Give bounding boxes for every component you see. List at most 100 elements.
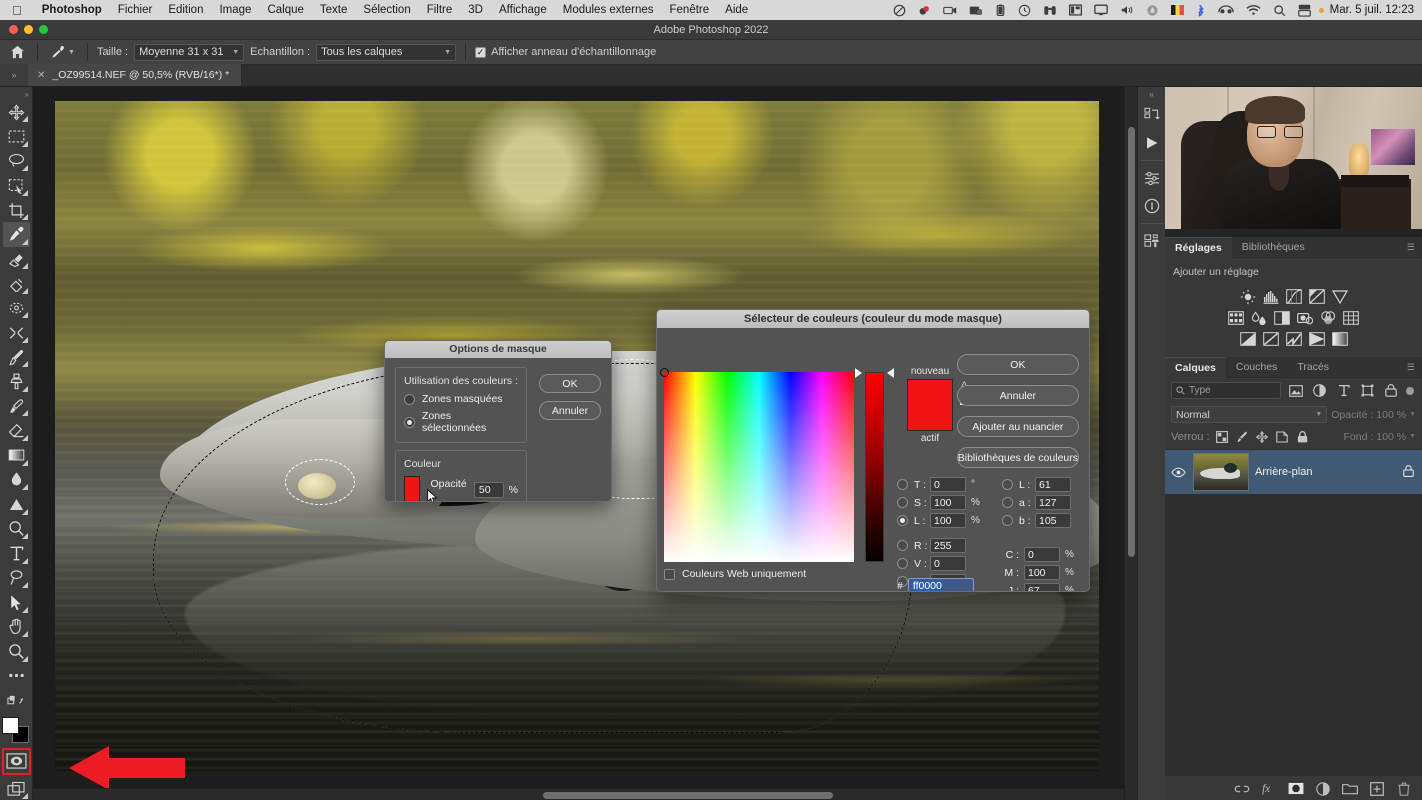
levels-icon[interactable] xyxy=(1262,288,1279,305)
sample-layers-select[interactable]: Tous les calques ▼ xyxy=(316,43,457,61)
hand-tool[interactable] xyxy=(3,615,30,640)
menu-fichier[interactable]: Fichier xyxy=(110,4,161,16)
color-picker-dialog[interactable]: Sélecteur de couleurs (couleur du mode m… xyxy=(656,309,1090,592)
radio-zones-masquees-row[interactable]: Zones masquées xyxy=(404,393,518,405)
curves-icon[interactable] xyxy=(1285,288,1302,305)
play-icon[interactable] xyxy=(1139,129,1165,157)
do-not-disturb-icon[interactable] xyxy=(887,4,912,17)
pen-tool[interactable] xyxy=(3,566,30,591)
radio-lab-l[interactable] xyxy=(1002,479,1013,490)
lock-transparent-pixels-icon[interactable] xyxy=(1215,429,1230,444)
lock-icon[interactable] xyxy=(1403,464,1414,480)
red-input[interactable]: 255 xyxy=(930,538,966,553)
menu-selection[interactable]: Sélection xyxy=(355,4,418,16)
color-lookup-icon[interactable] xyxy=(1343,309,1360,326)
battery-icon[interactable] xyxy=(989,3,1012,17)
panel-menu-icon[interactable]: ☰ xyxy=(1400,362,1422,373)
hue-saturation-icon[interactable] xyxy=(1228,309,1245,326)
close-icon[interactable]: ✕ xyxy=(37,70,45,81)
binoculars-icon[interactable] xyxy=(1037,4,1063,17)
lab-field-row[interactable]: L : 61 xyxy=(1002,476,1089,493)
radio-saturation[interactable] xyxy=(897,497,908,508)
color-swatches[interactable] xyxy=(2,716,30,743)
control-center-icon[interactable] xyxy=(1292,4,1317,17)
menu-modules-externes[interactable]: Modules externes xyxy=(555,4,662,16)
layer-filter-type-select[interactable]: Type xyxy=(1171,382,1281,399)
magenta-input[interactable]: 100 xyxy=(1024,565,1060,580)
expand-arrows-icon[interactable]: » xyxy=(0,64,28,86)
color-libraries-button[interactable]: Bibliothèques de couleurs xyxy=(956,447,1079,468)
menu-3d[interactable]: 3D xyxy=(460,4,491,16)
sample-size-select[interactable]: Moyenne 31 x 31 ▼ xyxy=(134,43,245,61)
filter-pixel-icon[interactable] xyxy=(1287,382,1305,399)
scrollbar-thumb[interactable] xyxy=(543,792,833,799)
menu-edition[interactable]: Edition xyxy=(160,4,211,16)
gradient-tool[interactable] xyxy=(3,443,30,468)
radio-brightness[interactable] xyxy=(897,515,908,526)
layer-mask-icon[interactable] xyxy=(1288,781,1304,797)
link-layers-icon[interactable] xyxy=(1234,781,1250,797)
radio-green[interactable] xyxy=(897,558,908,569)
cyan-input[interactable]: 0 xyxy=(1024,547,1060,562)
lab-field-row[interactable]: b : 105 xyxy=(1002,512,1089,529)
patch-tool[interactable] xyxy=(3,271,30,296)
tab-calques[interactable]: Calques xyxy=(1165,356,1226,378)
menu-affichage[interactable]: Affichage xyxy=(491,4,555,16)
path-selection-tool[interactable] xyxy=(3,590,30,615)
delete-layer-icon[interactable] xyxy=(1396,781,1412,797)
lab-l-input[interactable]: 61 xyxy=(1035,477,1071,492)
filter-adjustment-icon[interactable] xyxy=(1311,382,1329,399)
radio-lab-b[interactable] xyxy=(1002,515,1013,526)
layer-styles-fx-icon[interactable]: fx xyxy=(1261,781,1277,797)
clock-icon[interactable] xyxy=(1012,4,1037,17)
red-eye-tool[interactable] xyxy=(3,320,30,345)
actions-panel-icon[interactable] xyxy=(1139,101,1165,129)
new-layer-icon[interactable] xyxy=(1369,781,1385,797)
search-icon[interactable] xyxy=(1267,4,1292,17)
color-field-marker[interactable] xyxy=(660,368,669,377)
tab-traces[interactable]: Tracés xyxy=(1287,357,1339,378)
blur-tool[interactable] xyxy=(3,468,30,493)
menu-aide[interactable]: Aide xyxy=(717,4,756,16)
document-tab[interactable]: ✕ _OZ99514.NEF @ 50,5% (RVB/16*) * xyxy=(28,64,243,86)
quick-mask-mode-button[interactable] xyxy=(1,748,31,775)
lab-b-input[interactable]: 105 xyxy=(1035,513,1071,528)
exposure-icon[interactable] xyxy=(1308,288,1325,305)
eyedropper-tool[interactable] xyxy=(2,222,30,247)
eraser-tool[interactable] xyxy=(3,418,30,443)
fill-field[interactable]: Fond : 100 % ▼ xyxy=(1344,431,1417,443)
cancel-button[interactable]: Annuler xyxy=(539,401,601,420)
color-balance-icon[interactable] xyxy=(1251,309,1268,326)
menu-filtre[interactable]: Filtre xyxy=(419,4,461,16)
tab-couches[interactable]: Couches xyxy=(1226,357,1287,378)
opacity-input[interactable]: 50 xyxy=(473,482,504,498)
type-tool[interactable] xyxy=(3,541,30,566)
double-chevron-right-icon[interactable]: « xyxy=(1138,87,1165,101)
tab-bibliotheques[interactable]: Bibliothèques xyxy=(1232,237,1315,258)
lock-position-icon[interactable] xyxy=(1255,429,1270,444)
radio-zones-selectionnees[interactable] xyxy=(404,416,415,428)
radio-zones-masquees[interactable] xyxy=(404,393,415,405)
radio-zones-selectionnees-row[interactable]: Zones sélectionnées xyxy=(404,410,518,434)
display-layout-icon[interactable] xyxy=(1063,4,1088,16)
content-aware-move-tool[interactable] xyxy=(3,296,30,321)
lab-field-row[interactable]: a : 127 xyxy=(1002,494,1089,511)
opacity-field[interactable]: Opacité : 100 % ▼ xyxy=(1331,409,1416,421)
lock-artboard-nesting-icon[interactable] xyxy=(1275,429,1290,444)
dropbox-icon[interactable] xyxy=(912,4,937,17)
bluetooth-icon[interactable] xyxy=(1190,4,1212,17)
menu-texte[interactable]: Texte xyxy=(312,4,356,16)
tab-reglages[interactable]: Réglages xyxy=(1165,236,1232,258)
canvas-horizontal-scrollbar[interactable] xyxy=(33,788,1124,800)
green-input[interactable]: 0 xyxy=(930,556,966,571)
radio-red[interactable] xyxy=(897,540,908,551)
brush-tool[interactable] xyxy=(3,345,30,370)
hex-row[interactable]: # ff0000 xyxy=(897,578,974,591)
home-icon[interactable] xyxy=(6,42,28,62)
hue-slider[interactable] xyxy=(865,372,884,562)
new-fill-adjustment-icon[interactable] xyxy=(1315,781,1331,797)
canvas-vertical-scrollbar[interactable] xyxy=(1124,87,1137,800)
channel-mixer-icon[interactable] xyxy=(1320,309,1337,326)
cmyk-field-row[interactable]: M : 100 % xyxy=(1002,564,1089,581)
cancel-button[interactable]: Annuler xyxy=(956,385,1079,406)
